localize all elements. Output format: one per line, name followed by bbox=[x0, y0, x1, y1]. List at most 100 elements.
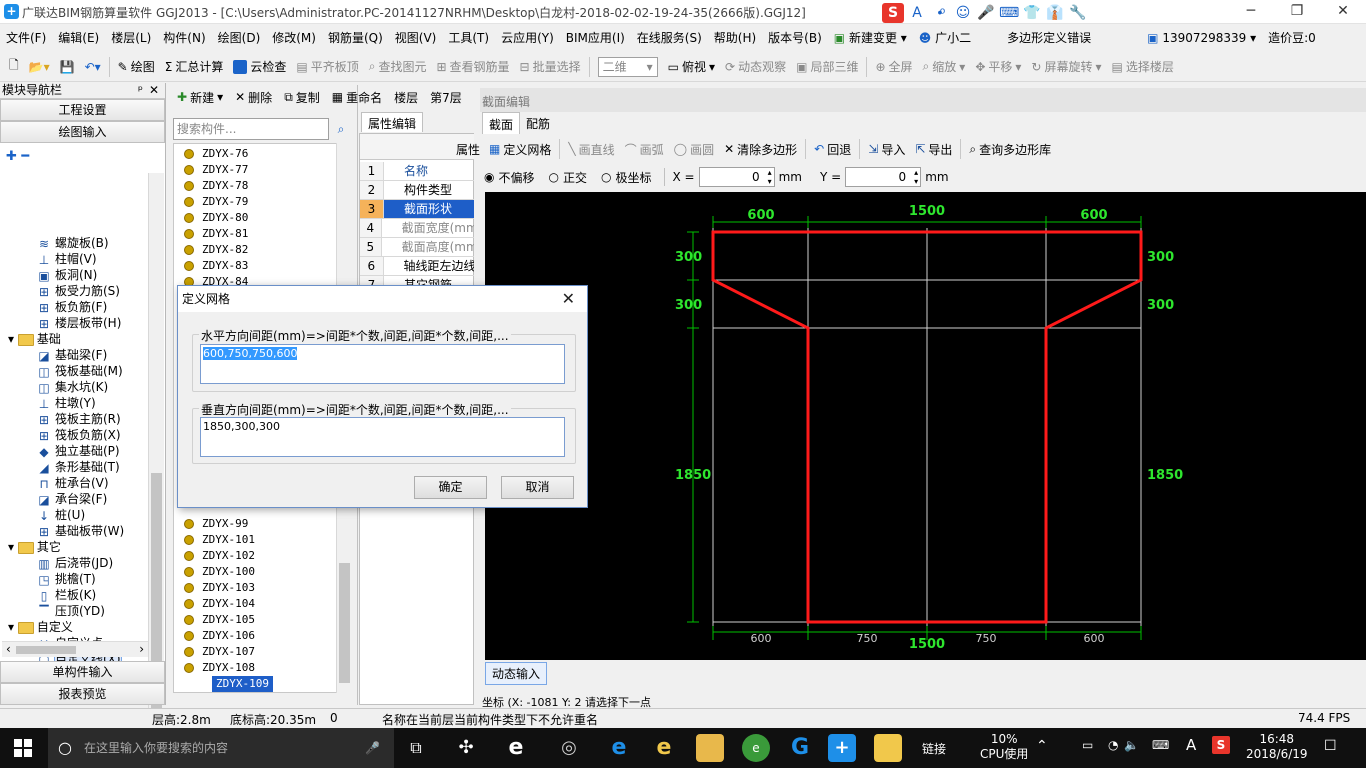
menu-cloud[interactable]: 云应用(Y) bbox=[495, 29, 560, 46]
tab-rebar[interactable]: 配筋 bbox=[520, 112, 556, 134]
nav-scrollbar[interactable] bbox=[148, 173, 164, 725]
component-list-item[interactable]: ZDYX-107 bbox=[184, 644, 255, 660]
component-list-item[interactable]: ZDYX-78 bbox=[184, 178, 248, 194]
360-app-icon[interactable]: ◎ bbox=[555, 734, 583, 762]
save-icon[interactable]: 💾 bbox=[55, 55, 80, 79]
component-list-item[interactable]: ZDYX-100 bbox=[184, 564, 255, 580]
taskbar-links[interactable]: 链接 bbox=[922, 740, 946, 757]
pan-button[interactable]: ✥ 平移 ▾ bbox=[970, 55, 1026, 79]
tab-section[interactable]: 截面 bbox=[482, 112, 521, 134]
full-screen-button[interactable]: ⊕ 全屏 bbox=[870, 55, 917, 79]
rotate-button[interactable]: ↻ 屏幕旋转 ▾ bbox=[1026, 55, 1106, 79]
tree-folder[interactable]: ▾ 自定义 bbox=[8, 619, 73, 635]
spinner-icon[interactable]: ▴ ▾ bbox=[768, 168, 772, 186]
section-canvas[interactable]: 600 1500 600 1500 300 300 1850 300 300 1… bbox=[485, 192, 1366, 660]
component-search-input[interactable]: 搜索构件... bbox=[173, 118, 329, 140]
new-file-icon[interactable]: 🗋 bbox=[4, 55, 24, 79]
ime-shirt-icon[interactable]: 👔 bbox=[1045, 3, 1065, 23]
select-floor-button[interactable]: ▤ 选择楼层 bbox=[1107, 55, 1179, 79]
batch-select-button[interactable]: ⊟ 批量选择 bbox=[515, 55, 586, 79]
tree-item[interactable]: ▣ 板洞(N) bbox=[36, 267, 97, 283]
task-view-icon[interactable]: ⧉ bbox=[402, 734, 430, 762]
copy-component-button[interactable]: ⧉ 复制 bbox=[279, 85, 325, 109]
menu-modify[interactable]: 修改(M) bbox=[266, 29, 322, 46]
user-account[interactable]: ▣ 13907298339 ▾ bbox=[1141, 31, 1262, 45]
draw-circle-button[interactable]: ◯ 画圆 bbox=[669, 137, 719, 161]
x-input[interactable]: 0 ▴ ▾ bbox=[698, 167, 775, 187]
green-browser-icon[interactable]: e bbox=[742, 734, 770, 762]
ok-button[interactable]: 确定 bbox=[414, 476, 487, 499]
component-list-item[interactable]: ZDYX-102 bbox=[184, 548, 255, 564]
cancel-button[interactable]: 取消 bbox=[501, 476, 574, 499]
tree-item[interactable]: ◢ 条形基础(T) bbox=[36, 459, 119, 475]
component-list-item[interactable]: ZDYX-103 bbox=[184, 580, 255, 596]
nav-hscrollbar[interactable]: ‹ › bbox=[2, 641, 148, 657]
draw-button[interactable]: ✎ 绘图 bbox=[113, 55, 160, 79]
export-button[interactable]: ⇱ 导出 bbox=[910, 137, 957, 161]
tree-item[interactable]: ◳ 挑檐(T) bbox=[36, 571, 95, 587]
undo-icon[interactable]: ↶▾ bbox=[80, 55, 106, 79]
nav-hscroll-thumb[interactable] bbox=[16, 646, 76, 654]
list-scroll-thumb[interactable] bbox=[339, 563, 350, 683]
tree-item[interactable]: ◫ 集水坑(K) bbox=[36, 379, 108, 395]
edge-browser-icon[interactable]: e bbox=[605, 734, 633, 762]
search-icon[interactable]: ⌕ bbox=[330, 118, 352, 140]
ime-keyboard-icon[interactable]: ⌨ bbox=[999, 3, 1019, 23]
chevron-up-icon[interactable]: ⌃ bbox=[1036, 738, 1048, 754]
query-library-button[interactable]: ⌕ 查询多边形库 bbox=[964, 137, 1056, 161]
expand-icon[interactable]: ▾ bbox=[8, 540, 18, 554]
component-list-item[interactable]: ZDYX-99 bbox=[184, 516, 248, 532]
tree-item[interactable]: ⊥ 柱帽(V) bbox=[36, 251, 97, 267]
component-list-item[interactable]: ZDYX-81 bbox=[184, 226, 248, 242]
tree-item[interactable]: ◪ 基础梁(F) bbox=[36, 347, 107, 363]
top-view-button[interactable]: ▭ 俯视 ▾ bbox=[663, 55, 720, 79]
property-row[interactable]: 4 截面宽度(mm) bbox=[360, 219, 474, 238]
tree-item[interactable]: ▔ 压顶(YD) bbox=[36, 603, 105, 619]
ime-emoji-icon[interactable]: ☺ bbox=[953, 3, 973, 23]
tree-item[interactable]: ↓ 桩(U) bbox=[36, 507, 85, 523]
tree-folder[interactable]: ▾ 其它 bbox=[8, 539, 61, 555]
ime-punct-icon[interactable]: •ͦ bbox=[930, 3, 950, 23]
new-component-button[interactable]: ✚ 新建 ▾ bbox=[172, 85, 228, 109]
vertical-spacing-input[interactable]: 1850,300,300 bbox=[200, 417, 565, 457]
scroll-left-icon[interactable]: ‹ bbox=[6, 642, 11, 656]
menu-online[interactable]: 在线服务(S) bbox=[631, 29, 708, 46]
single-input-button[interactable]: 单构件输入 bbox=[0, 661, 165, 683]
tree-item[interactable]: ⊞ 楼层板带(H) bbox=[36, 315, 121, 331]
dialog-close-icon[interactable]: ✕ bbox=[562, 289, 575, 308]
component-list-item[interactable]: ZDYX-80 bbox=[184, 210, 248, 226]
tree-item[interactable]: ◪ 承台梁(F) bbox=[36, 491, 107, 507]
menu-edit[interactable]: 编辑(E) bbox=[52, 29, 105, 46]
ime-toolbar[interactable]: S A •ͦ ☺ 🎤 ⌨ 👕 👔 🔧 bbox=[882, 2, 1088, 24]
scroll-right-icon[interactable]: › bbox=[139, 642, 144, 656]
undo-button[interactable]: ↶ 回退 bbox=[809, 137, 856, 161]
view-mode-combo[interactable]: 二维 ▾ bbox=[593, 55, 663, 79]
wifi-icon[interactable]: ◔ bbox=[1108, 738, 1118, 752]
horizontal-spacing-input[interactable]: 600,750,750,600 bbox=[200, 344, 565, 384]
expand-icon[interactable]: ▾ bbox=[8, 332, 18, 346]
expand-icon[interactable]: ▾ bbox=[8, 620, 18, 634]
menu-help[interactable]: 帮助(H) bbox=[708, 29, 762, 46]
view-rebar-button[interactable]: ⊞ 查看钢筋量 bbox=[431, 55, 514, 79]
component-list-item[interactable]: ZDYX-108 bbox=[184, 660, 255, 676]
pin-icon[interactable]: ᵖ bbox=[138, 83, 143, 98]
ie-browser-icon[interactable]: e bbox=[502, 734, 530, 762]
menu-draw[interactable]: 绘图(D) bbox=[212, 29, 267, 46]
component-list-item[interactable]: ZDYX-106 bbox=[184, 628, 255, 644]
close-window-button[interactable]: ✕ bbox=[1320, 0, 1366, 24]
tree-item[interactable]: ⊞ 基础板带(W) bbox=[36, 523, 124, 539]
component-list-item[interactable]: ZDYX-77 bbox=[184, 162, 248, 178]
tree-item[interactable]: ◫ 筏板基础(M) bbox=[36, 363, 122, 379]
ggj-app-icon[interactable]: + bbox=[828, 734, 856, 762]
menu-tools[interactable]: 工具(T) bbox=[442, 29, 495, 46]
ime-a-icon[interactable]: A bbox=[1186, 736, 1196, 754]
assistant-button[interactable]: ☻ 广小二 bbox=[913, 29, 977, 46]
component-list-item[interactable]: ZDYX-83 bbox=[184, 258, 248, 274]
ime-tools-icon[interactable]: 🔧 bbox=[1068, 3, 1088, 23]
component-list-item[interactable]: ZDYX-109 bbox=[212, 676, 273, 692]
tree-item[interactable]: ⊥ 柱墩(Y) bbox=[36, 395, 96, 411]
local-3d-button[interactable]: ▣ 局部三维 bbox=[791, 55, 863, 79]
define-grid-button[interactable]: ▦ 定义网格 bbox=[484, 137, 556, 161]
sogou-tray-icon[interactable]: S bbox=[1212, 736, 1230, 754]
property-row[interactable]: 2 构件类型 bbox=[360, 181, 474, 200]
